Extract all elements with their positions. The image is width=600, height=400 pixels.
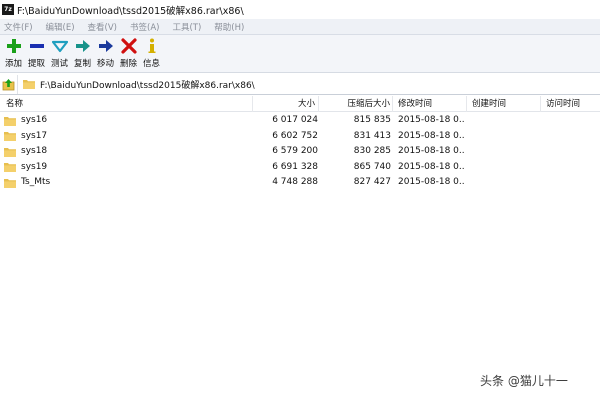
file-packed-size: 815 835 xyxy=(353,115,391,125)
copy-button[interactable]: 复制 xyxy=(71,35,94,73)
app-logo: 7z xyxy=(2,4,14,15)
test-label: 测试 xyxy=(50,59,68,69)
up-folder-button[interactable] xyxy=(0,74,18,94)
file-size: 6 691 328 xyxy=(272,161,318,172)
file-size: 4 748 288 xyxy=(272,177,318,187)
file-modified: 2015-08-18 0... xyxy=(398,115,464,125)
file-name: sys18 xyxy=(21,146,48,156)
move-icon xyxy=(98,40,113,52)
column-modified[interactable]: 修改时间 xyxy=(393,96,467,112)
folder-icon xyxy=(23,80,35,89)
file-name: Ts_Mts xyxy=(21,177,51,187)
toolbar: 添加 提取 测试 复制 移动 删除 信息 xyxy=(0,35,600,73)
watermark-text: 头条 @猫儿十一 xyxy=(480,374,568,388)
address-bar: F:\BaiduYunDownload\tssd2015破解x86.rar\x8… xyxy=(0,74,600,95)
file-size: 6 602 752 xyxy=(272,130,318,141)
delete-label: 删除 xyxy=(119,59,137,69)
menu-bookmarks[interactable]: 书签(A) xyxy=(130,21,159,33)
folder-icon xyxy=(4,178,16,188)
folder-icon xyxy=(4,163,16,173)
up-arrow-icon xyxy=(2,78,15,90)
table-row[interactable]: sys19 6 691 328 865 740 2015-08-18 0... xyxy=(0,160,600,176)
address-field[interactable]: F:\BaiduYunDownload\tssd2015破解x86.rar\x8… xyxy=(18,75,600,94)
folder-icon xyxy=(4,147,16,157)
table-row[interactable]: Ts_Mts 4 748 288 827 427 2015-08-18 0... xyxy=(0,175,600,191)
folder-icon xyxy=(4,116,16,126)
file-packed-size: 830 285 xyxy=(353,146,391,156)
file-name-cell: sys19 xyxy=(4,160,264,176)
column-name[interactable]: 名称 xyxy=(0,96,253,112)
file-name-cell: sys16 xyxy=(4,113,264,129)
file-packed-size: 865 740 xyxy=(353,161,391,172)
delete-button[interactable]: 删除 xyxy=(117,35,140,73)
menu-tools[interactable]: 工具(T) xyxy=(172,21,201,33)
column-packed-size[interactable]: 压缩后大小 xyxy=(319,96,393,112)
file-modified: 2015-08-18 0... xyxy=(398,146,464,156)
info-icon xyxy=(148,38,155,53)
table-row[interactable]: sys18 6 579 200 830 285 2015-08-18 0... xyxy=(0,144,600,160)
file-name: sys16 xyxy=(21,115,48,125)
file-modified: 2015-08-18 0... xyxy=(398,177,464,187)
table-row[interactable]: sys16 6 017 024 815 835 2015-08-18 0... xyxy=(0,113,600,129)
extract-icon xyxy=(29,44,44,48)
menu-help[interactable]: 帮助(H) xyxy=(214,21,244,33)
file-name: sys19 xyxy=(21,161,48,172)
file-name-cell: sys17 xyxy=(4,129,264,145)
menu-view[interactable]: 查看(V) xyxy=(88,21,117,33)
file-name-cell: sys18 xyxy=(4,144,264,160)
column-created[interactable]: 创建时间 xyxy=(467,96,541,112)
add-label: 添加 xyxy=(4,59,22,69)
title-bar: 7z F:\BaiduYunDownload\tssd2015破解x86.rar… xyxy=(0,0,600,19)
test-icon xyxy=(51,40,68,53)
menu-bar: 文件(F) 编辑(E) 查看(V) 书签(A) 工具(T) 帮助(H) xyxy=(0,19,600,35)
folder-icon xyxy=(4,132,16,142)
copy-label: 复制 xyxy=(73,59,91,69)
move-label: 移动 xyxy=(96,59,114,69)
add-button[interactable]: 添加 xyxy=(2,35,25,73)
file-modified: 2015-08-18 0... xyxy=(398,161,464,172)
column-header: 名称 大小 压缩后大小 修改时间 创建时间 访问时间 xyxy=(0,96,600,112)
column-accessed[interactable]: 访问时间 xyxy=(541,96,600,112)
file-modified: 2015-08-18 0... xyxy=(398,130,464,141)
delete-icon xyxy=(120,38,137,54)
window-title: F:\BaiduYunDownload\tssd2015破解x86.rar\x8… xyxy=(17,5,244,17)
copy-icon xyxy=(75,40,90,52)
column-size[interactable]: 大小 xyxy=(253,96,319,112)
file-packed-size: 831 413 xyxy=(353,130,391,141)
info-label: 信息 xyxy=(142,59,160,69)
file-packed-size: 827 427 xyxy=(353,177,391,187)
file-name-cell: Ts_Mts xyxy=(4,175,264,191)
menu-file[interactable]: 文件(F) xyxy=(4,21,33,33)
file-size: 6 579 200 xyxy=(272,146,318,156)
address-path: F:\BaiduYunDownload\tssd2015破解x86.rar\x8… xyxy=(40,80,255,91)
info-button[interactable]: 信息 xyxy=(140,35,163,73)
test-button[interactable]: 测试 xyxy=(48,35,71,73)
extract-button[interactable]: 提取 xyxy=(25,35,48,73)
menu-edit[interactable]: 编辑(E) xyxy=(46,21,75,33)
move-button[interactable]: 移动 xyxy=(94,35,117,73)
file-name: sys17 xyxy=(21,130,48,141)
extract-label: 提取 xyxy=(27,59,45,69)
table-row[interactable]: sys17 6 602 752 831 413 2015-08-18 0... xyxy=(0,129,600,145)
add-icon xyxy=(6,39,21,53)
file-size: 6 017 024 xyxy=(272,115,318,125)
file-list: sys16 6 017 024 815 835 2015-08-18 0... … xyxy=(0,113,600,191)
